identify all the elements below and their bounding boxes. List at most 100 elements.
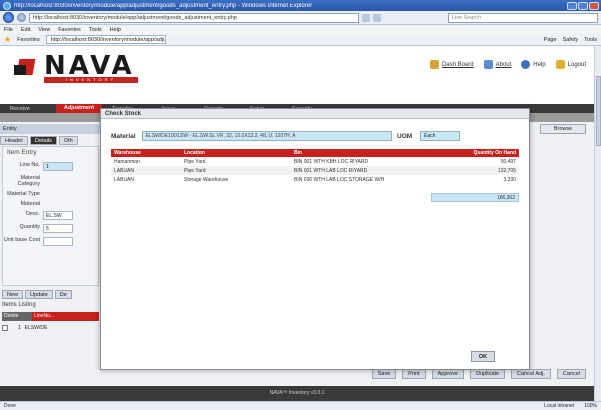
material-label: Material xyxy=(111,132,136,140)
uom-label: UOM xyxy=(397,132,413,140)
app-footer: NAVA™ Inventory v3.0.1 xyxy=(0,386,594,401)
browse-button[interactable]: Browse xyxy=(540,124,586,134)
menu-file[interactable]: File xyxy=(4,27,13,33)
menu-favorites[interactable]: Favorites xyxy=(58,27,81,33)
approve-button[interactable]: Approve xyxy=(431,369,465,379)
print-button[interactable]: Print xyxy=(402,369,426,379)
tab-details[interactable]: Details xyxy=(30,136,57,145)
col-warehouse: Warehouse xyxy=(111,149,181,157)
cell-location: Pipe Yard xyxy=(184,158,206,165)
unit-cost-input[interactable] xyxy=(43,237,73,246)
line-no-field: Line No. 1 xyxy=(3,162,98,171)
line-no-input[interactable]: 1 xyxy=(43,162,73,171)
command-page[interactable]: Page xyxy=(544,37,557,43)
refresh-icon[interactable] xyxy=(362,13,370,22)
row-line: 1 xyxy=(18,324,21,331)
check-stock-dialog: Check Stock Material ELSW/DE10D1SW - EL.… xyxy=(100,108,530,370)
quantity-input[interactable]: 5 xyxy=(43,224,73,233)
tab-other[interactable]: Oth xyxy=(58,136,78,145)
cell-bin: BIN 001 WTH LAB LOC RIYARD xyxy=(291,166,441,175)
dialog-title: Check Stock xyxy=(101,109,529,119)
unit-cost-field: Unit base Cost xyxy=(3,237,98,246)
command-tools[interactable]: Tools xyxy=(584,37,597,43)
desc-field: Desc. EL.SW xyxy=(3,211,98,220)
new-button[interactable]: New xyxy=(2,290,24,299)
status-right: Local intranet 100% xyxy=(544,403,597,409)
about-link[interactable]: About xyxy=(483,60,511,69)
uom-value: Each xyxy=(420,131,461,141)
cell-location: Pipe Yard xyxy=(181,166,291,175)
delete-button[interactable]: De xyxy=(54,290,72,299)
cancel-adj-button[interactable]: Cancel Adj. xyxy=(511,369,551,379)
favorites-label[interactable]: Favorites xyxy=(17,37,40,43)
total-quantity: 186,362 xyxy=(431,193,519,202)
ie-logo-icon xyxy=(3,1,11,10)
stock-table: Warehouse Location Bin Quantity On Hand … xyxy=(111,149,519,184)
nav-receive[interactable]: Receive xyxy=(10,106,56,112)
help-link[interactable]: Help xyxy=(521,60,546,69)
menu-help[interactable]: Help xyxy=(110,27,121,33)
zoom-level[interactable]: 100% xyxy=(584,403,597,409)
menu-tools[interactable]: Tools xyxy=(89,27,102,33)
minimize-icon[interactable] xyxy=(567,1,577,10)
entity-label: Entity xyxy=(0,124,100,134)
cell-quantity: 50,497 xyxy=(500,158,516,165)
table-row[interactable]: Hamanman Pipe Yard BIN 001 WTH KBH LOC R… xyxy=(111,157,519,166)
browser-tab[interactable]: http://localhost:8030/inventory/module/a… xyxy=(45,35,166,44)
app-header: NAVA INVENTORY Dash Board About Help Log… xyxy=(0,46,594,106)
table-row[interactable]: LABUAN Pipe Yard BIN 001 WTH LAB LOC RIY… xyxy=(111,166,519,175)
material-row: Material ELSW/DE10D1SW - EL.SW.SL VR, 32… xyxy=(111,131,392,141)
page-scrollbar[interactable] xyxy=(594,46,601,401)
cell-quantity: 132,705 xyxy=(441,166,519,175)
col-location: Location xyxy=(181,149,291,157)
menu-view[interactable]: View xyxy=(38,27,50,33)
live-search-input[interactable]: Live Search xyxy=(448,12,598,23)
update-button[interactable]: Update xyxy=(25,290,53,299)
page-content: NAVA INVENTORY Dash Board About Help Log… xyxy=(0,46,594,401)
ok-button[interactable]: OK xyxy=(471,351,495,362)
address-bar: http://localhost:8030/inventory/module/a… xyxy=(0,11,601,25)
cell-location: Storage Warehouse xyxy=(184,176,229,183)
material-value: ELSW/DE10D1SW - EL.SW.SL VR, 32, 12.0X13… xyxy=(141,131,392,141)
tab-header[interactable]: Header xyxy=(0,136,29,145)
help-icon xyxy=(521,60,531,69)
listing-header: Delete LineNo... xyxy=(2,312,99,321)
url-input[interactable]: http://localhost:8030/inventory/module/a… xyxy=(29,12,359,23)
col-quantity: Quantity On Hand xyxy=(441,149,519,157)
stop-icon[interactable] xyxy=(373,13,381,22)
logo-mark-icon xyxy=(14,55,38,77)
desc-input[interactable]: EL.SW xyxy=(43,211,73,220)
address-icons xyxy=(362,13,381,22)
cancel-button[interactable]: Cancel xyxy=(556,369,586,379)
top-links: Dash Board About Help Logout xyxy=(429,60,586,69)
nava-logo: NAVA xyxy=(14,51,135,81)
menu-edit[interactable]: Edit xyxy=(21,27,30,33)
command-bar: Page Safety Tools xyxy=(544,37,601,43)
col-bin: Bin xyxy=(291,149,441,157)
save-button[interactable]: Save xyxy=(371,369,397,379)
row-checkbox[interactable] xyxy=(2,324,8,331)
duplicate-button[interactable]: Duplicate xyxy=(470,369,506,379)
col-delete: Delete xyxy=(2,312,32,321)
close-icon[interactable] xyxy=(589,1,599,10)
logout-link[interactable]: Logout xyxy=(555,60,586,69)
zone-text: Local intranet xyxy=(544,403,575,409)
forward-button[interactable] xyxy=(17,13,26,22)
back-button[interactable] xyxy=(3,12,14,23)
nav-adjustment[interactable]: Adjustment xyxy=(56,104,102,113)
item-entry-title: Item Entry xyxy=(7,149,37,156)
cell-warehouse: LABUAN xyxy=(114,176,135,183)
material-type-field: Material Type xyxy=(7,191,40,197)
scroll-thumb[interactable] xyxy=(596,76,601,146)
favorites-bar: ★ Favorites http://localhost:8030/invent… xyxy=(0,34,601,46)
dashboard-link[interactable]: Dash Board xyxy=(429,60,474,69)
table-row[interactable]: LABUAN Storage Warehouse BIN 036 WTH LAB… xyxy=(111,175,519,184)
logo-text: NAVA xyxy=(44,51,135,81)
cell-quantity: 3,330 xyxy=(503,176,516,183)
material-category-field: Material Category xyxy=(17,175,40,187)
uom-row: UOM Each xyxy=(397,131,461,141)
maximize-icon[interactable] xyxy=(578,1,588,10)
command-safety[interactable]: Safety xyxy=(563,37,579,43)
favorites-star-icon[interactable]: ★ xyxy=(4,35,11,44)
table-row[interactable]: 1 ELSW/DE xyxy=(2,323,99,332)
